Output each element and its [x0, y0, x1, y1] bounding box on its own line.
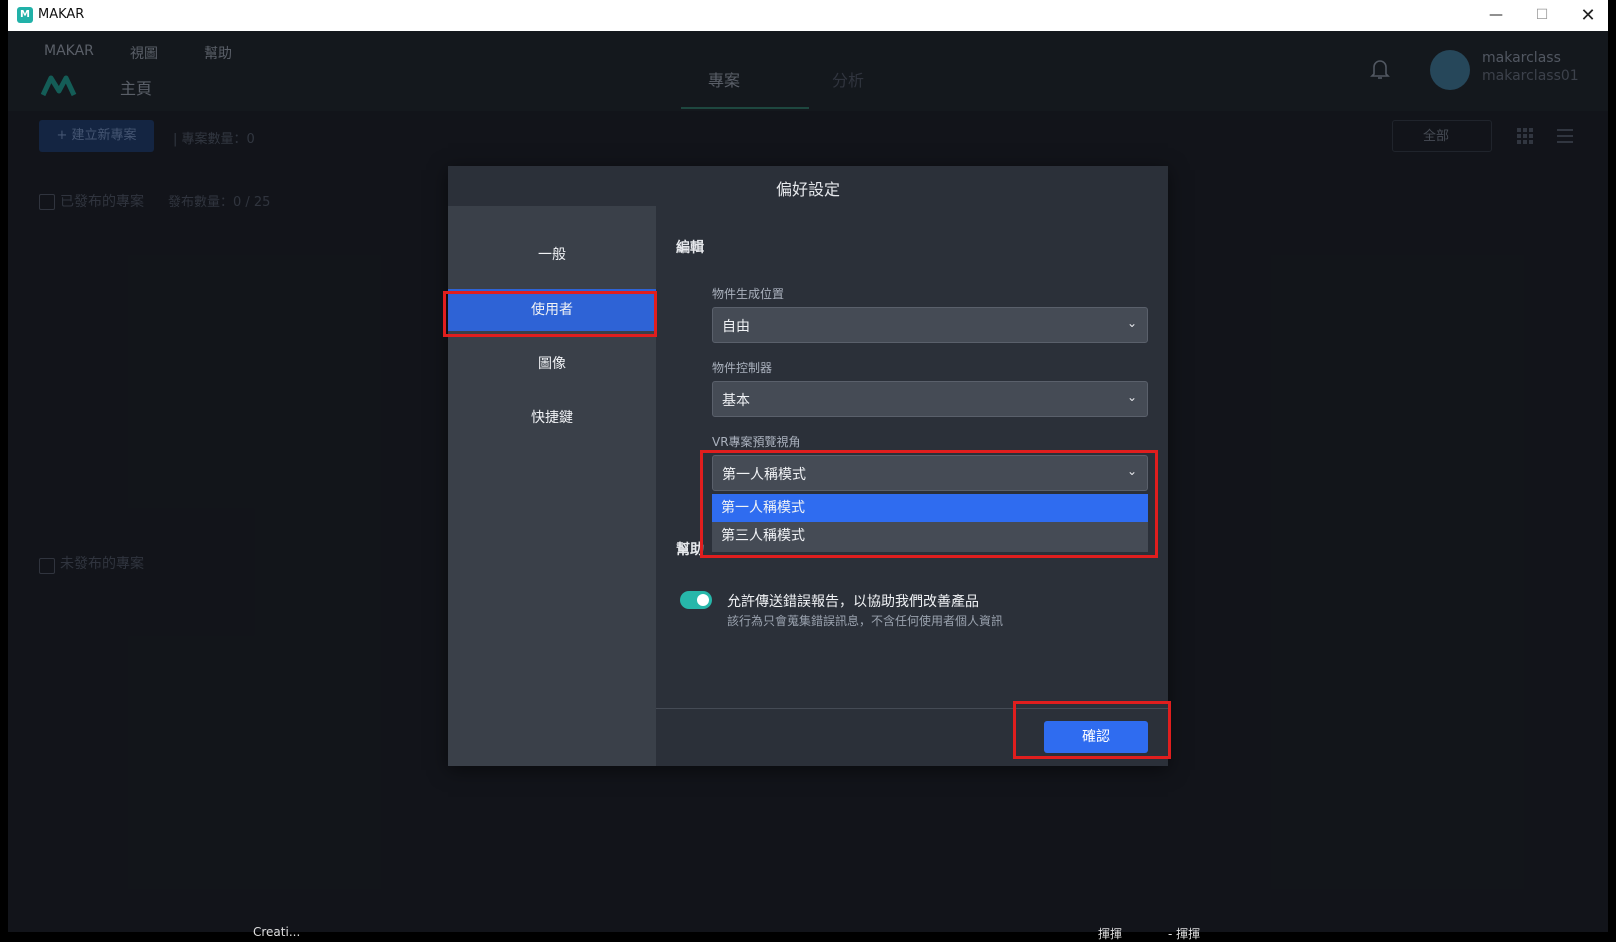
controller-value: 基本: [722, 393, 750, 409]
error-report-toggle[interactable]: [680, 591, 712, 609]
taskbar-text: - 揮揮: [1168, 927, 1201, 941]
edit-group-title: 編輯: [676, 240, 704, 256]
makar-app-icon: M: [17, 7, 33, 23]
spawn-position-label: 物件生成位置: [712, 287, 785, 301]
highlight-box-user-tab: [443, 291, 657, 337]
spawn-position-select[interactable]: 自由 ⌄: [712, 307, 1148, 343]
spawn-position-value: 自由: [722, 319, 750, 335]
controller-label: 物件控制器: [712, 361, 773, 375]
dialog-header: 偏好設定: [448, 166, 1168, 207]
sidebar-item-graphics[interactable]: 圖像: [448, 343, 656, 385]
sidebar-item-shortcuts[interactable]: 快捷鍵: [448, 397, 656, 439]
taskbar-text: Creati...: [253, 925, 301, 939]
minimize-button[interactable]: —: [1473, 0, 1519, 31]
maximize-button[interactable]: ☐: [1519, 0, 1565, 31]
error-report-note: 該行為只會蒐集錯誤訊息，不含任何使用者個人資訊: [727, 614, 1004, 628]
controller-select[interactable]: 基本 ⌄: [712, 381, 1148, 417]
chevron-down-icon: ⌄: [1126, 390, 1137, 404]
window-title: MAKAR: [38, 7, 85, 22]
dialog-title: 偏好設定: [775, 180, 840, 199]
close-button[interactable]: ✕: [1565, 0, 1608, 31]
title-bar: M MAKAR — ☐ ✕: [8, 0, 1608, 31]
vr-view-label: VR專案預覽視角: [712, 435, 801, 449]
preferences-sidebar: 一般 使用者 圖像 快捷鍵: [448, 206, 656, 766]
taskbar-text: 揮揮: [1098, 927, 1123, 941]
highlight-box-vr-view: [700, 450, 1158, 558]
error-report-label: 允許傳送錯誤報告，以協助我們改善產品: [727, 594, 979, 610]
chevron-down-icon: ⌄: [1126, 316, 1137, 330]
highlight-box-confirm: [1013, 701, 1171, 759]
toggle-knob: [697, 594, 709, 606]
sidebar-item-general[interactable]: 一般: [448, 234, 656, 276]
